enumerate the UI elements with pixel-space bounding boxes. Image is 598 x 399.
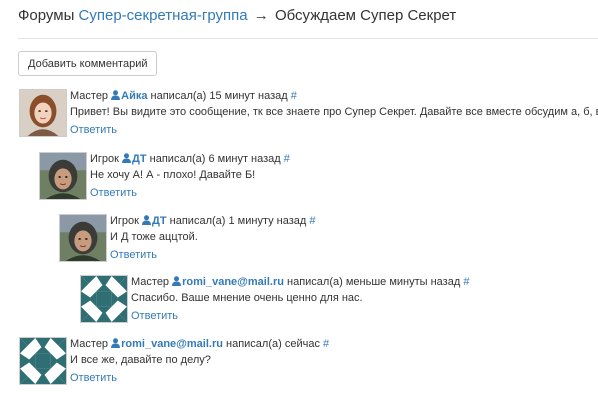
reply-link[interactable]: Ответить (70, 371, 329, 386)
user-icon (172, 276, 182, 286)
breadcrumb-topic: Обсуждаем Супер Секрет (274, 7, 457, 24)
author-link[interactable]: Айка (121, 90, 147, 102)
author-link[interactable]: ДТ (132, 153, 147, 165)
user-photo-icon (40, 153, 86, 199)
permalink[interactable]: # (291, 90, 297, 102)
author-role: Игрок (110, 215, 139, 227)
reply-link[interactable]: Ответить (131, 309, 469, 324)
permalink[interactable]: # (463, 276, 469, 288)
user-photo-icon (60, 215, 106, 261)
header-divider (18, 38, 598, 39)
comment-text: И все же, давайте по делу? (70, 354, 211, 366)
permalink[interactable]: # (323, 338, 329, 350)
author-link[interactable]: romi_vane@mail.ru (182, 276, 284, 288)
comment-text: Привет! Вы видите это сообщение, тк все … (70, 106, 598, 118)
breadcrumb: Форумы Супер-секретная-группа → Обсуждае… (18, 7, 456, 24)
author-link[interactable]: romi_vane@mail.ru (121, 338, 223, 350)
avatar[interactable] (39, 152, 87, 200)
author-role: Мастер (70, 338, 109, 350)
comment-time: написал(а) 1 минуту назад (169, 215, 307, 227)
user-icon (111, 90, 121, 100)
comment-time: написал(а) 15 минут назад (150, 90, 288, 102)
avatar[interactable] (80, 275, 128, 323)
breadcrumb-arrow: → (253, 7, 269, 24)
comment-time: написал(а) меньше минуты назад (287, 276, 461, 288)
permalink[interactable]: # (284, 153, 290, 165)
reply-link[interactable]: Ответить (110, 248, 316, 263)
identicon-icon (20, 338, 66, 384)
breadcrumb-forums: Форумы (18, 7, 75, 24)
comment-text: Не хочу А! А - плохо! Давайте Б! (90, 169, 256, 181)
user-icon (111, 338, 121, 348)
comment-text: И Д тоже аццтой. (110, 231, 198, 243)
avatar[interactable] (19, 89, 67, 137)
author-link[interactable]: ДТ (152, 215, 167, 227)
comment-time: написал(а) 6 минут назад (149, 153, 281, 165)
author-role: Игрок (90, 153, 119, 165)
author-role: Мастер (131, 276, 170, 288)
identicon-icon (81, 276, 127, 322)
user-icon (142, 215, 152, 225)
avatar[interactable] (19, 337, 67, 385)
comment-text: Спасибо. Ваше мнение очень ценно для нас… (131, 292, 363, 304)
add-comment-button[interactable]: Добавить комментарий (18, 51, 158, 76)
comment-time: написал(а) сейчас (226, 338, 320, 350)
reply-link[interactable]: Ответить (90, 186, 290, 201)
breadcrumb-group-link[interactable]: Супер-секретная-группа (79, 7, 248, 24)
user-photo-icon (20, 90, 66, 136)
author-role: Мастер (70, 90, 109, 102)
permalink[interactable]: # (309, 215, 315, 227)
user-icon (122, 153, 132, 163)
avatar[interactable] (59, 214, 107, 262)
reply-link[interactable]: Ответить (70, 123, 598, 138)
